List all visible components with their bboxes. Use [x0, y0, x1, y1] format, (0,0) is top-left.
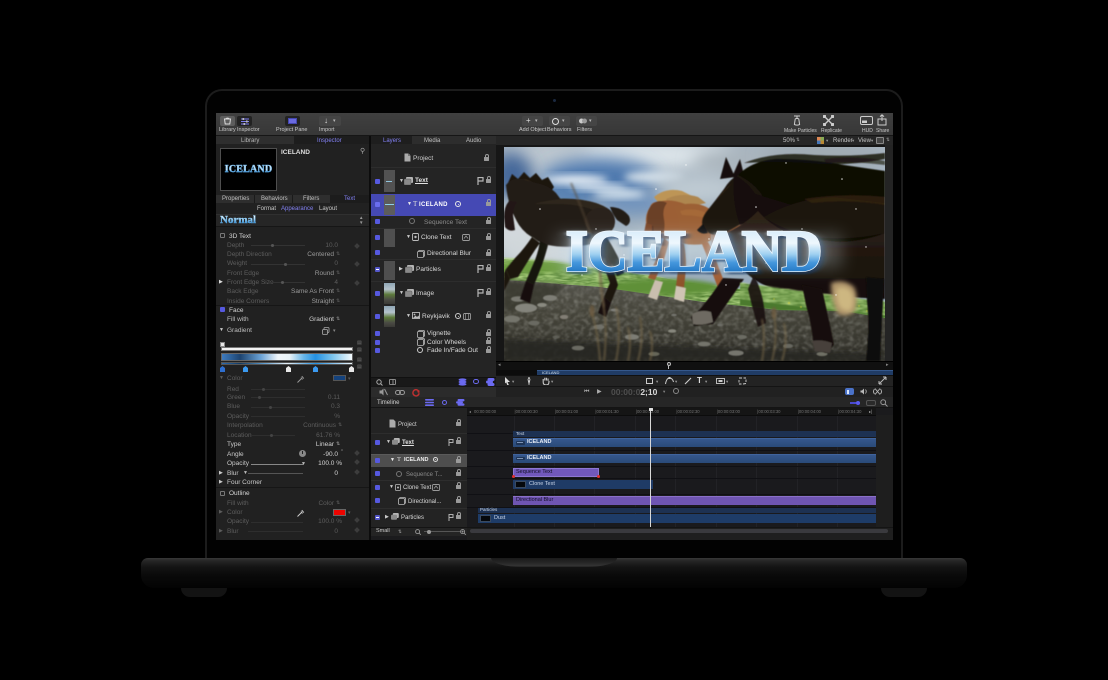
svg-text:ICELAND: ICELAND: [566, 219, 822, 284]
